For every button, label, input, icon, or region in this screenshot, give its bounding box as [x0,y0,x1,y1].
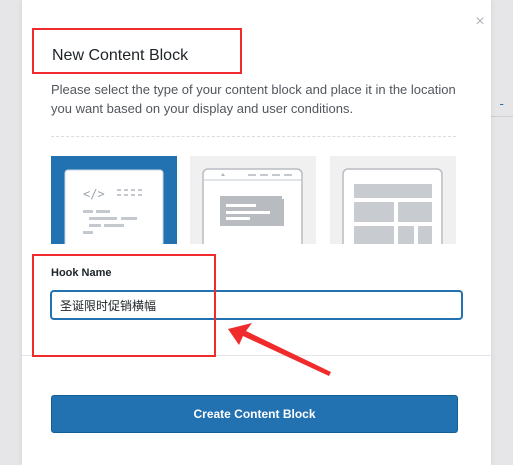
layout-block-icon [202,168,303,244]
svg-text:</>: </> [83,187,105,201]
background-page-link [500,92,513,106]
hook-name-label: Hook Name [51,267,112,279]
hook-name-input[interactable] [51,291,462,319]
section-divider [51,136,456,137]
modal-description: Please select the type of your content b… [51,82,456,116]
footer-divider [22,355,491,356]
block-type-template-card[interactable] [330,156,456,244]
template-block-icon [342,168,443,244]
block-type-layout-card[interactable] [190,156,316,244]
block-type-code-card[interactable]: </> [51,156,177,244]
create-content-block-button[interactable]: Create Content Block [51,395,458,433]
new-content-block-modal: × New Content Block Please select the ty… [22,0,491,465]
background-page-left [0,0,22,465]
background-page-right [491,0,513,465]
close-icon[interactable]: × [472,14,488,30]
modal-title: New Content Block [52,47,189,64]
code-block-icon: </> [64,169,164,244]
background-divider [491,116,513,117]
